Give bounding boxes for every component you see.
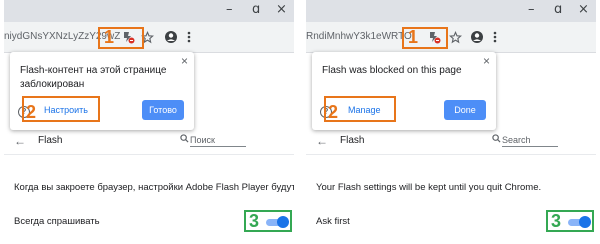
address-bar[interactable]: RndiMnhwY3k1eWRTO 1 [306, 22, 596, 53]
ask-first-toggle[interactable] [564, 216, 592, 228]
restore-button[interactable]: ɑ [252, 2, 260, 18]
minimize-button[interactable]: – [226, 2, 233, 18]
step-1-highlight [98, 27, 144, 49]
panel-russian: – ɑ × niydGNsYXNzLyZzY29wZ 1 Flash-конте… [4, 0, 294, 244]
toggle-knob [277, 216, 289, 228]
account-icon[interactable] [162, 28, 180, 46]
close-window-button[interactable]: × [578, 2, 589, 18]
settings-title: Flash [340, 135, 365, 146]
step-3-label: 3 [249, 211, 260, 231]
settings-title: Flash [38, 135, 63, 146]
divider [306, 154, 596, 155]
account-icon[interactable] [468, 28, 486, 46]
address-bar[interactable]: niydGNsYXNzLyZzY29wZ 1 [4, 22, 294, 53]
done-button[interactable]: Done [444, 100, 486, 120]
step-3-label: 3 [551, 211, 562, 231]
flash-settings: ← Flash Поиск Когда вы закроете браузер,… [4, 134, 294, 244]
close-icon[interactable]: × [181, 54, 188, 68]
star-icon[interactable] [446, 28, 464, 46]
bubble-message: Flash-контент на этой странице заблокиро… [20, 65, 167, 90]
search-input[interactable]: Search [502, 134, 558, 147]
minimize-button[interactable]: – [528, 2, 535, 18]
settings-info-text: Your Flash settings will be kept until y… [316, 182, 542, 193]
step-1-highlight [402, 27, 448, 49]
settings-info-text: Когда вы закроете браузер, настройки Ado… [14, 182, 294, 193]
toggle-knob [579, 216, 591, 228]
menu-icon[interactable] [180, 28, 198, 46]
menu-icon[interactable] [486, 28, 504, 46]
search-icon[interactable] [180, 134, 189, 146]
url-text[interactable]: RndiMnhwY3k1eWRTO [306, 31, 414, 42]
title-bar: – ɑ × [4, 0, 294, 22]
step-2-highlight [22, 96, 100, 122]
flash-settings: ← Flash Search Your Flash settings will … [306, 134, 596, 244]
flash-blocked-bubble: Flash was blocked on this page × ? 2 Man… [312, 52, 496, 130]
search-icon[interactable] [492, 134, 501, 146]
ask-first-toggle[interactable] [262, 216, 290, 228]
back-arrow-icon[interactable]: ← [316, 134, 328, 148]
close-window-button[interactable]: × [276, 2, 287, 18]
title-bar: – ɑ × [306, 0, 596, 22]
panel-english: – ɑ × RndiMnhwY3k1eWRTO 1 Flash was bloc… [306, 0, 596, 244]
search-input[interactable]: Поиск [190, 134, 246, 147]
flash-blocked-bubble: Flash-контент на этой странице заблокиро… [10, 52, 194, 130]
bubble-message: Flash was blocked on this page [322, 65, 462, 76]
close-icon[interactable]: × [483, 54, 490, 68]
ask-first-label: Всегда спрашивать [14, 216, 100, 227]
divider [4, 154, 294, 155]
ask-first-label: Ask first [316, 216, 350, 227]
restore-button[interactable]: ɑ [554, 2, 562, 18]
step-2-highlight [324, 96, 396, 122]
done-button[interactable]: Готово [142, 100, 184, 120]
back-arrow-icon[interactable]: ← [14, 134, 26, 148]
